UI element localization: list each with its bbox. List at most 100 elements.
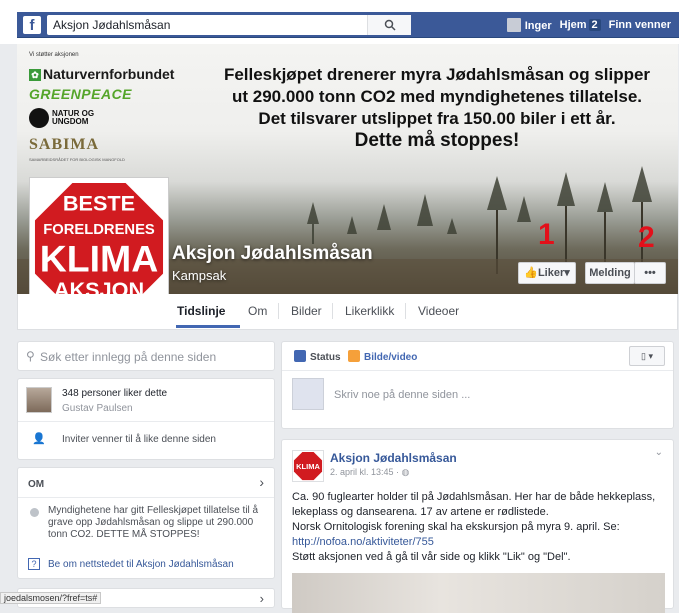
post-author-name[interactable]: Aksjon Jødahlsmåsan — [330, 451, 457, 465]
like-label: Liker — [537, 267, 565, 279]
post-meta-text: 2. april kl. 13:45 · — [330, 467, 402, 477]
more-options-button[interactable]: ••• — [634, 262, 666, 284]
org3-line2: UNGDOM — [52, 117, 89, 126]
likes-card: 348 personer liker dette Gustav Paulsen … — [17, 378, 275, 460]
annotation-2: 2 — [638, 221, 655, 254]
headline-line-1: Felleskjøpet drenerer myra Jødahlsmåsan … — [223, 65, 651, 84]
chevron-right-icon[interactable]: › — [259, 474, 264, 490]
post-author-avatar[interactable]: KLIMA — [292, 450, 324, 482]
logo-line-1: BESTE — [63, 191, 135, 216]
post-body: Ca. 90 fuglearter holder til på Jødahlsm… — [292, 490, 672, 565]
home-label: Hjem — [559, 19, 587, 31]
request-website-link[interactable]: Be om nettstedet til Aksjon Jødahlsmåsan — [48, 559, 234, 570]
logo-line-3: KLIMA — [40, 238, 158, 280]
photo-icon — [348, 350, 360, 362]
pencil-icon — [294, 350, 306, 362]
org1-label: Naturvernforbundet — [43, 66, 175, 82]
cover-headline: Felleskjøpet drenerer myra Jødahlsmåsan … — [217, 64, 657, 152]
profile-link[interactable]: Inger — [506, 18, 552, 32]
search-value: Aksjon Jødahlsmåsan — [53, 18, 171, 32]
org-greenpeace: GREENPEACE — [29, 86, 133, 102]
headline-line-2: ut 290.000 tonn CO2 med myndighetenes ti… — [231, 87, 642, 106]
caret-down-icon: ▾ — [648, 351, 653, 361]
likes-friend-name[interactable]: Gustav Paulsen — [62, 403, 133, 414]
tab-divider — [278, 303, 279, 319]
about-card: OM › Myndighetene har gitt Felleskjøpet … — [17, 467, 275, 579]
home-link[interactable]: Hjem 2 — [560, 19, 601, 31]
tab-divider — [332, 303, 333, 319]
divider — [18, 497, 274, 498]
post-link[interactable]: http://nofoa.no/aktiviteter/755 — [292, 535, 672, 550]
page-tabs: Tidslinje Om Bilder Likerklikk Videoer — [17, 294, 678, 330]
status-bar-url: joedalsmosen/?fref=ts# — [0, 592, 102, 604]
post-composer: Status Bilde/video ▯ ▾ Skriv noe på denn… — [281, 341, 674, 429]
blue-nav-bar: f Aksjon Jødahlsmåsan Inger Hjem 2 Finn v… — [17, 12, 679, 38]
post-line-3: Norsk Ornitologisk forening skal ha eksk… — [292, 521, 620, 533]
support-text: Vi støtter aksjonen — [29, 52, 79, 58]
globe-icon: ◍ — [401, 467, 410, 477]
page-category: Kampsak — [172, 268, 227, 283]
about-title[interactable]: OM — [28, 479, 44, 490]
org-sabima: SABIMA — [29, 136, 100, 153]
person-add-icon: 👤 — [32, 433, 46, 445]
logo-line-2: FORELDRENES — [43, 222, 155, 238]
user-silhouette-icon: ▯ — [641, 351, 646, 361]
leaf-icon: ✿ — [29, 69, 41, 81]
post-options-chevron-icon[interactable]: ⌄ — [655, 447, 663, 458]
user-name: Inger — [524, 20, 552, 32]
page-name[interactable]: Aksjon Jødahlsmåsan — [172, 243, 373, 265]
about-description: Myndighetene har gitt Felleskjøpet tilla… — [48, 505, 259, 540]
nav-right: Inger Hjem 2 Finn venner — [506, 12, 671, 38]
active-tab-indicator — [176, 325, 240, 328]
feed-post: KLIMA Aksjon Jødahlsmåsan 2. april kl. 1… — [281, 439, 674, 613]
question-icon: ? — [28, 558, 40, 570]
friend-avatar[interactable] — [26, 387, 52, 413]
facebook-logo-icon[interactable]: f — [23, 16, 41, 34]
tab-photo-video[interactable]: Bilde/video — [348, 350, 417, 363]
headline-line-4: Dette må stoppes! — [354, 130, 520, 151]
tab-likerklikk[interactable]: Likerklikk — [345, 304, 394, 318]
tab-timeline[interactable]: Tidslinje — [177, 304, 225, 318]
tab-photos[interactable]: Bilder — [291, 304, 322, 318]
search-button[interactable] — [367, 15, 411, 35]
invite-friends-link[interactable]: Inviter venner til å like denne siden — [62, 434, 216, 445]
divider — [18, 421, 274, 422]
search-icon: ⚲ — [26, 349, 35, 363]
composer-avatar — [292, 378, 324, 410]
tab-about[interactable]: Om — [248, 304, 267, 318]
post-timestamp[interactable]: 2. april kl. 13:45 · ◍ — [330, 467, 409, 478]
status-label: Status — [310, 352, 341, 363]
org-naturvernforbundet: ✿ Naturvernforbundet — [29, 66, 174, 82]
org-natur-og-ungdom: NATUR OG UNGDOM — [29, 108, 94, 128]
composer-input[interactable]: Skriv noe på denne siden ... — [334, 389, 470, 401]
tab-videos[interactable]: Videoer — [418, 304, 459, 318]
post-line-2: lekeplass og dansearena. 17 av artene er… — [292, 506, 549, 518]
user-avatar — [506, 18, 521, 32]
search-input[interactable]: Aksjon Jødahlsmåsan — [47, 15, 411, 35]
org-sabima-sub: SAMARBEIDSRÅDET FOR BIOLOGISK MANGFOLD — [29, 157, 125, 162]
post-search-placeholder: Søk etter innlegg på denne siden — [40, 350, 217, 364]
info-icon — [30, 508, 39, 517]
message-button[interactable]: Melding — [585, 262, 635, 284]
photo-label: Bilde/video — [364, 352, 418, 363]
tab-status[interactable]: Status — [294, 350, 341, 363]
headline-line-3: Det tilsvarer utslippet fra 150.00 biler… — [258, 109, 616, 128]
thumbs-up-icon: 👍 — [524, 267, 538, 279]
divider — [282, 370, 673, 371]
page-post-search[interactable]: ⚲ Søk etter innlegg på denne siden — [17, 341, 275, 371]
post-as-dropdown[interactable]: ▯ ▾ — [629, 346, 665, 366]
home-count-badge: 2 — [588, 19, 601, 31]
caret-down-icon: ▾ — [564, 267, 570, 279]
find-friends-link[interactable]: Finn venner — [609, 19, 671, 31]
search-icon — [384, 19, 396, 31]
post-image[interactable] — [292, 573, 665, 613]
annotation-1: 1 — [538, 218, 555, 251]
tab-divider — [405, 303, 406, 319]
nu-logo-icon — [29, 108, 49, 128]
like-button[interactable]: 👍Liker▾ — [518, 262, 576, 284]
post-line-5: Støtt aksjonen ved å gå til vår side og … — [292, 551, 571, 563]
likes-count[interactable]: 348 personer liker dette — [62, 388, 167, 399]
top-bar: f Aksjon Jødahlsmåsan Inger Hjem 2 Finn v… — [0, 0, 679, 44]
avatar-logo-text: KLIMA — [296, 462, 320, 471]
post-line-1: Ca. 90 fuglearter holder til på Jødahlsm… — [292, 491, 656, 503]
